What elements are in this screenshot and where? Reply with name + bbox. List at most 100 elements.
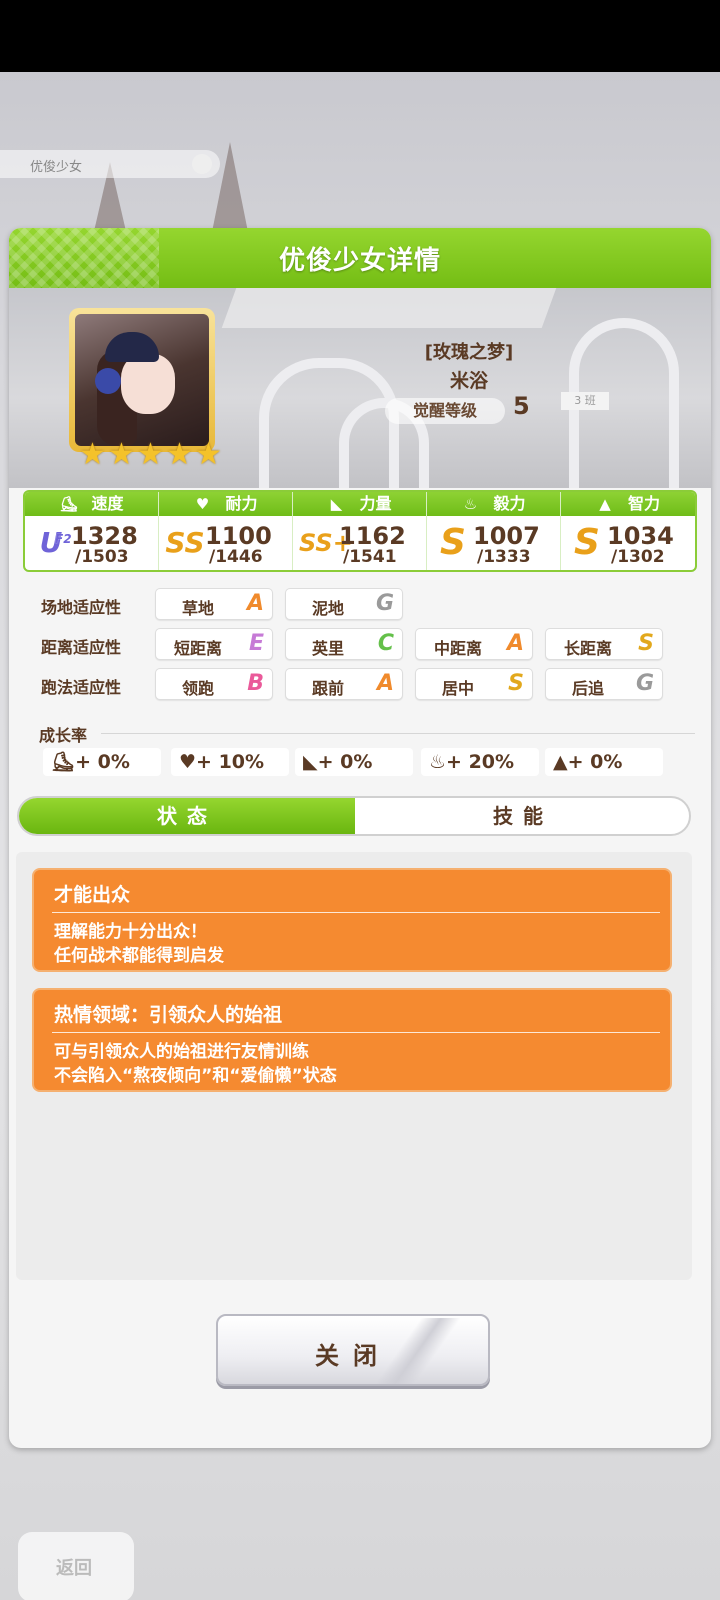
stat-grade: U F2 <box>31 522 72 564</box>
background-chip-text: 优俊少女 <box>30 160 83 175</box>
aptitude-name: 领跑 <box>181 679 214 698</box>
rose-icon <box>95 368 121 394</box>
stat-header: ◣ 力量 <box>293 492 426 516</box>
flame-icon: ♨ <box>429 751 447 773</box>
aptitude-name: 长距离 <box>563 639 612 658</box>
status-card: 才能出众 理解能力十分出众！ 任何战术都能得到启发 <box>32 868 672 972</box>
growth-value: + 0% <box>75 751 130 773</box>
awakening-level: 5 <box>513 392 530 420</box>
muscle-icon: ◣ <box>303 751 318 773</box>
growth-rate-label: 成长率 <box>39 726 88 745</box>
growth-value: + 20% <box>446 751 515 773</box>
classroom-sign: 3 班 <box>561 392 609 410</box>
stat-speed: ⛸ 速度 U F2 1328 /1503 <box>25 492 159 570</box>
close-button-label: 关闭 <box>315 1342 391 1370</box>
stat-grade: SS+ <box>299 529 353 557</box>
portrait-hat <box>105 332 159 362</box>
aptitude-end-closer: 后追 G <box>545 668 663 700</box>
background-chip-icon <box>192 154 212 174</box>
stat-value: 1162 <box>339 522 406 550</box>
status-card-body: 可与引领众人的始祖进行友情训练 不会陷入“熬夜倾向”和“爱偷懒”状态 <box>54 1040 337 1088</box>
growth-guts: ♨+ 20% <box>421 748 539 776</box>
stat-max: /1302 <box>611 547 665 567</box>
aptitude-grade: E <box>248 631 264 656</box>
aptitude-grade: B <box>247 671 264 696</box>
portrait-image <box>75 314 209 446</box>
awakening-label: 觉醒等级 <box>385 398 505 424</box>
stat-header: ▲ 智力 <box>561 492 695 516</box>
shoe-icon: ⛸ <box>59 495 79 513</box>
strategy-aptitude-row: 跑法适应性 领跑 B 跟前 A 居中 S 后追 G <box>39 668 699 700</box>
stat-value: 1034 <box>607 522 674 550</box>
detail-tabs: 状态 技能 <box>17 796 691 836</box>
aptitude-grade: A <box>246 591 264 616</box>
distance-aptitude-label: 距离适应性 <box>41 638 122 657</box>
star-icon: ★ <box>79 437 106 472</box>
aptitude-late-surger: 居中 S <box>415 668 533 700</box>
status-bar <box>0 0 720 72</box>
status-card-title: 才能出众 <box>54 884 131 906</box>
status-card-line: 可与引领众人的始祖进行友情训练 <box>54 1042 309 1062</box>
stat-value: 1007 <box>473 522 540 550</box>
status-panel: 才能出众 理解能力十分出众！ 任何战术都能得到启发 热情领域：引领众人的始祖 可… <box>16 852 692 1280</box>
growth-divider <box>101 733 695 734</box>
aptitude-pace-chaser: 跟前 A <box>285 668 403 700</box>
heart-icon: ♥ <box>179 751 197 773</box>
stat-grade-sup: F2 <box>55 532 72 546</box>
strategy-aptitude-label: 跑法适应性 <box>41 678 122 697</box>
graduation-cap-icon: ▲ <box>599 495 611 513</box>
aptitude-front-runner: 领跑 B <box>155 668 273 700</box>
aptitude-grade: S <box>508 671 524 696</box>
shoe-icon: ⛸ <box>51 751 76 773</box>
stat-label: 速度 <box>91 494 124 513</box>
character-portrait[interactable] <box>69 308 215 452</box>
close-button[interactable]: 关闭 <box>216 1314 490 1386</box>
background-back-label: 返回 <box>56 1558 92 1579</box>
aptitude-medium: 中距离 A <box>415 628 533 660</box>
star-icon: ★ <box>137 437 164 472</box>
stat-max: /1503 <box>75 547 129 567</box>
aptitude-name: 草地 <box>181 599 214 618</box>
tab-skills[interactable]: 技能 <box>355 798 689 834</box>
aptitude-name: 短距离 <box>173 639 222 658</box>
aptitude-sprint: 短距离 E <box>155 628 273 660</box>
growth-rate-row: ⛸+ 0% ♥+ 10% ◣+ 0% ♨+ 20% ▲+ 0% <box>43 748 683 776</box>
growth-speed: ⛸+ 0% <box>43 748 161 776</box>
aptitude-name: 后追 <box>571 679 604 698</box>
distance-aptitude-row: 距离适应性 短距离 E 英里 C 中距离 A 长距离 S <box>39 628 699 660</box>
character-name-block: [玫瑰之梦] 米浴 <box>369 338 569 393</box>
aptitude-name: 英里 <box>311 639 344 658</box>
aptitude-grade: A <box>506 631 524 656</box>
track-aptitude-label: 场地适应性 <box>41 598 122 617</box>
stat-header: ♥ 耐力 <box>159 492 292 516</box>
stat-grade: S <box>574 522 600 563</box>
stat-max: /1333 <box>477 547 531 567</box>
stat-value: 1328 <box>71 522 138 550</box>
rarity-stars: ★ ★ ★ ★ ★ <box>79 437 224 472</box>
status-card-body: 理解能力十分出众！ 任何战术都能得到启发 <box>54 920 224 968</box>
aptitude-grade: A <box>376 671 394 696</box>
stat-guts: ♨ 毅力 S 1007 /1333 <box>427 492 561 570</box>
growth-wisdom: ▲+ 0% <box>545 748 663 776</box>
growth-power: ◣+ 0% <box>295 748 413 776</box>
portrait-face <box>121 354 175 414</box>
aptitude-grade: S <box>638 631 654 656</box>
aptitude-long: 长距离 S <box>545 628 663 660</box>
stat-label: 智力 <box>627 494 660 513</box>
character-name: 米浴 <box>449 370 488 392</box>
star-icon: ★ <box>166 437 193 472</box>
tab-status[interactable]: 状态 <box>19 798 355 834</box>
stat-value: 1100 <box>205 522 272 550</box>
flame-icon: ♨ <box>463 495 478 513</box>
aptitude-turf: 草地 A <box>155 588 273 620</box>
status-card: 热情领域：引领众人的始祖 可与引领众人的始祖进行友情训练 不会陷入“熬夜倾向”和… <box>32 988 672 1092</box>
stat-header: ♨ 毅力 <box>427 492 560 516</box>
status-card-divider <box>52 912 660 913</box>
status-card-title: 热情领域：引领众人的始祖 <box>54 1004 283 1026</box>
stat-header: ⛸ 速度 <box>25 492 158 516</box>
aptitude-dirt: 泥地 G <box>285 588 403 620</box>
dialog-header: 优俊少女详情 <box>9 228 711 288</box>
graduation-cap-icon: ▲ <box>553 751 568 773</box>
stat-grade: SS <box>165 526 205 559</box>
heart-icon: ♥ <box>195 495 210 513</box>
